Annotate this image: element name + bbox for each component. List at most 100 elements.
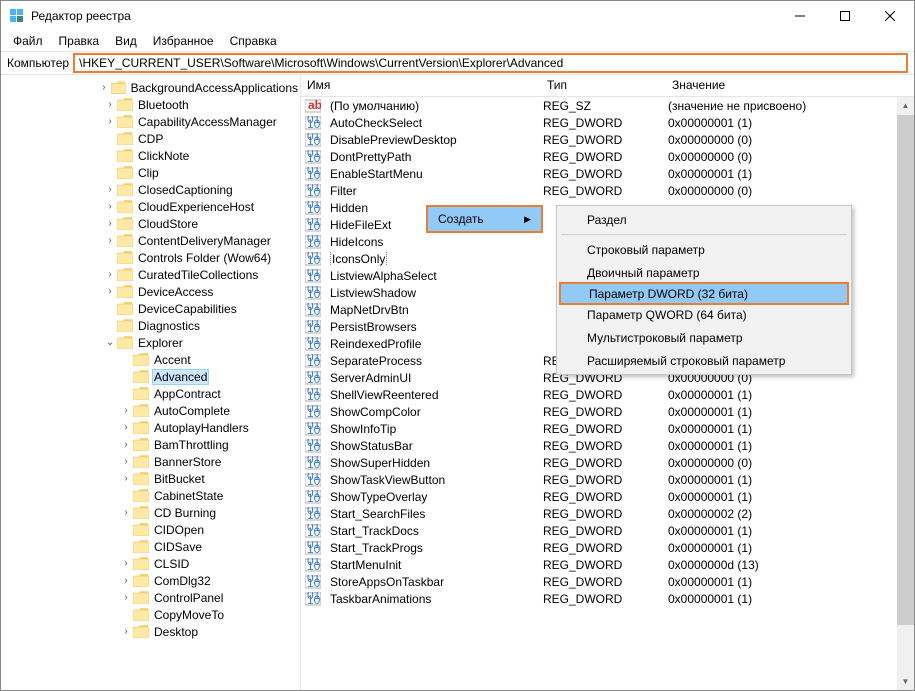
tree-item[interactable]: ›ClosedCaptioning — [1, 181, 300, 198]
tree-expand-icon[interactable]: › — [103, 184, 117, 195]
scroll-up-button[interactable]: ▲ — [897, 97, 914, 114]
maximize-button[interactable] — [822, 2, 867, 30]
tree-expand-icon[interactable]: › — [103, 201, 117, 212]
list-row[interactable]: 011100Start_SearchFilesREG_DWORD0x000000… — [301, 505, 914, 522]
tree-view[interactable]: ›BackgroundAccessApplications›Bluetooth›… — [1, 75, 301, 690]
tree-item[interactable]: Clip — [1, 164, 300, 181]
tree-item[interactable]: Accent — [1, 351, 300, 368]
context-item-expandstring[interactable]: Расширяемый строковый параметр — [559, 349, 849, 372]
tree-item[interactable]: ›ControlPanel — [1, 589, 300, 606]
tree-item[interactable]: ›Bluetooth — [1, 96, 300, 113]
list-view[interactable]: Имя Тип Значение ab(По умолчанию)REG_SZ(… — [301, 75, 914, 690]
context-item-create[interactable]: Создать ▶ — [428, 207, 541, 231]
tree-item[interactable]: ›ComDlg32 — [1, 572, 300, 589]
list-row[interactable]: 011100Start_TrackProgsREG_DWORD0x0000000… — [301, 539, 914, 556]
context-item-dword[interactable]: Параметр DWORD (32 бита) — [559, 282, 849, 305]
scroll-down-button[interactable]: ▼ — [897, 673, 914, 690]
tree-item[interactable]: CabinetState — [1, 487, 300, 504]
tree-item[interactable]: ›BackgroundAccessApplications — [1, 79, 300, 96]
tree-item[interactable]: Controls Folder (Wow64) — [1, 249, 300, 266]
context-item-multistring[interactable]: Мультистроковый параметр — [559, 326, 849, 349]
tree-expand-icon[interactable]: › — [119, 507, 133, 518]
tree-expand-icon[interactable]: › — [103, 286, 117, 297]
menu-help[interactable]: Справка — [222, 32, 285, 50]
menu-edit[interactable]: Правка — [51, 32, 108, 50]
list-row[interactable]: 011100EnableStartMenuREG_DWORD0x00000001… — [301, 165, 914, 182]
vertical-scrollbar[interactable]: ▲ ▼ — [897, 97, 914, 690]
context-item-key[interactable]: Раздел — [559, 208, 849, 231]
tree-expand-icon[interactable]: › — [103, 269, 117, 280]
list-row[interactable]: 011100FilterREG_DWORD0x00000000 (0) — [301, 182, 914, 199]
list-row[interactable]: 011100ShowInfoTipREG_DWORD0x00000001 (1) — [301, 420, 914, 437]
list-row[interactable]: 011100TaskbarAnimationsREG_DWORD0x000000… — [301, 590, 914, 607]
tree-expand-icon[interactable]: › — [119, 592, 133, 603]
tree-item[interactable]: ›Desktop — [1, 623, 300, 640]
context-item-string[interactable]: Строковый параметр — [559, 238, 849, 261]
tree-item[interactable]: CDP — [1, 130, 300, 147]
tree-item[interactable]: ›CuratedTileCollections — [1, 266, 300, 283]
svg-text:100: 100 — [307, 508, 321, 521]
tree-expand-icon[interactable]: ⌄ — [103, 337, 117, 348]
list-row[interactable]: 011100ShowStatusBarREG_DWORD0x00000001 (… — [301, 437, 914, 454]
list-row[interactable]: 011100DontPrettyPathREG_DWORD0x00000000 … — [301, 148, 914, 165]
tree-item[interactable]: ›CapabilityAccessManager — [1, 113, 300, 130]
context-item-binary[interactable]: Двоичный параметр — [559, 261, 849, 284]
tree-item[interactable]: ›BannerStore — [1, 453, 300, 470]
tree-item[interactable]: CopyMoveTo — [1, 606, 300, 623]
list-row[interactable]: 011100DisablePreviewDesktopREG_DWORD0x00… — [301, 131, 914, 148]
tree-expand-icon[interactable]: › — [119, 473, 133, 484]
list-row[interactable]: 011100ShowTypeOverlayREG_DWORD0x00000001… — [301, 488, 914, 505]
list-row[interactable]: ab(По умолчанию)REG_SZ(значение не присв… — [301, 97, 914, 114]
tree-item[interactable]: AppContract — [1, 385, 300, 402]
tree-item[interactable]: ›CLSID — [1, 555, 300, 572]
tree-item[interactable]: ›CD Burning — [1, 504, 300, 521]
list-row[interactable]: 011100StartMenuInitREG_DWORD0x0000000d (… — [301, 556, 914, 573]
menu-view[interactable]: Вид — [107, 32, 145, 50]
list-row[interactable]: 011100ShowTaskViewButtonREG_DWORD0x00000… — [301, 471, 914, 488]
tree-item[interactable]: CIDOpen — [1, 521, 300, 538]
tree-item[interactable]: ›CloudExperienceHost — [1, 198, 300, 215]
tree-item[interactable]: ⌄Explorer — [1, 334, 300, 351]
menu-favorites[interactable]: Избранное — [145, 32, 222, 50]
tree-expand-icon[interactable]: › — [103, 99, 117, 110]
minimize-button[interactable] — [777, 2, 822, 30]
tree-expand-icon[interactable]: › — [119, 422, 133, 433]
tree-item[interactable]: ›CloudStore — [1, 215, 300, 232]
tree-expand-icon[interactable]: › — [119, 405, 133, 416]
tree-expand-icon[interactable]: › — [103, 218, 117, 229]
tree-item[interactable]: ClickNote — [1, 147, 300, 164]
tree-expand-icon[interactable]: › — [119, 558, 133, 569]
col-header-name[interactable]: Имя — [301, 75, 541, 96]
tree-item[interactable]: DeviceCapabilities — [1, 300, 300, 317]
scrollbar-thumb[interactable] — [897, 115, 914, 625]
tree-expand-icon[interactable]: › — [119, 456, 133, 467]
list-row[interactable]: 011100StoreAppsOnTaskbarREG_DWORD0x00000… — [301, 573, 914, 590]
tree-item[interactable]: Advanced — [1, 368, 300, 385]
col-header-type[interactable]: Тип — [541, 75, 666, 96]
tree-item[interactable]: ›AutoplayHandlers — [1, 419, 300, 436]
close-button[interactable] — [867, 2, 912, 30]
list-row[interactable]: 011100ShowSuperHiddenREG_DWORD0x00000000… — [301, 454, 914, 471]
context-submenu-create[interactable]: Создать ▶ — [426, 205, 543, 233]
tree-item[interactable]: CIDSave — [1, 538, 300, 555]
address-input[interactable]: \HKEY_CURRENT_USER\Software\Microsoft\Wi… — [73, 53, 908, 73]
tree-item[interactable]: Diagnostics — [1, 317, 300, 334]
list-row[interactable]: 011100AutoCheckSelectREG_DWORD0x00000001… — [301, 114, 914, 131]
tree-item[interactable]: ›AutoComplete — [1, 402, 300, 419]
tree-item[interactable]: ›DeviceAccess — [1, 283, 300, 300]
tree-expand-icon[interactable]: › — [97, 82, 110, 93]
tree-item[interactable]: ›BitBucket — [1, 470, 300, 487]
list-row[interactable]: 011100Start_TrackDocsREG_DWORD0x00000001… — [301, 522, 914, 539]
list-row[interactable]: 011100ShellViewReenteredREG_DWORD0x00000… — [301, 386, 914, 403]
tree-expand-icon[interactable]: › — [119, 626, 133, 637]
context-item-qword[interactable]: Параметр QWORD (64 бита) — [559, 303, 849, 326]
menu-file[interactable]: Файл — [5, 32, 51, 50]
tree-expand-icon[interactable]: › — [103, 235, 117, 246]
tree-item[interactable]: ›BamThrottling — [1, 436, 300, 453]
tree-expand-icon[interactable]: › — [103, 116, 117, 127]
tree-expand-icon[interactable]: › — [119, 439, 133, 450]
col-header-value[interactable]: Значение — [666, 75, 914, 96]
tree-item[interactable]: ›ContentDeliveryManager — [1, 232, 300, 249]
list-row[interactable]: 011100ShowCompColorREG_DWORD0x00000001 (… — [301, 403, 914, 420]
tree-expand-icon[interactable]: › — [119, 575, 133, 586]
